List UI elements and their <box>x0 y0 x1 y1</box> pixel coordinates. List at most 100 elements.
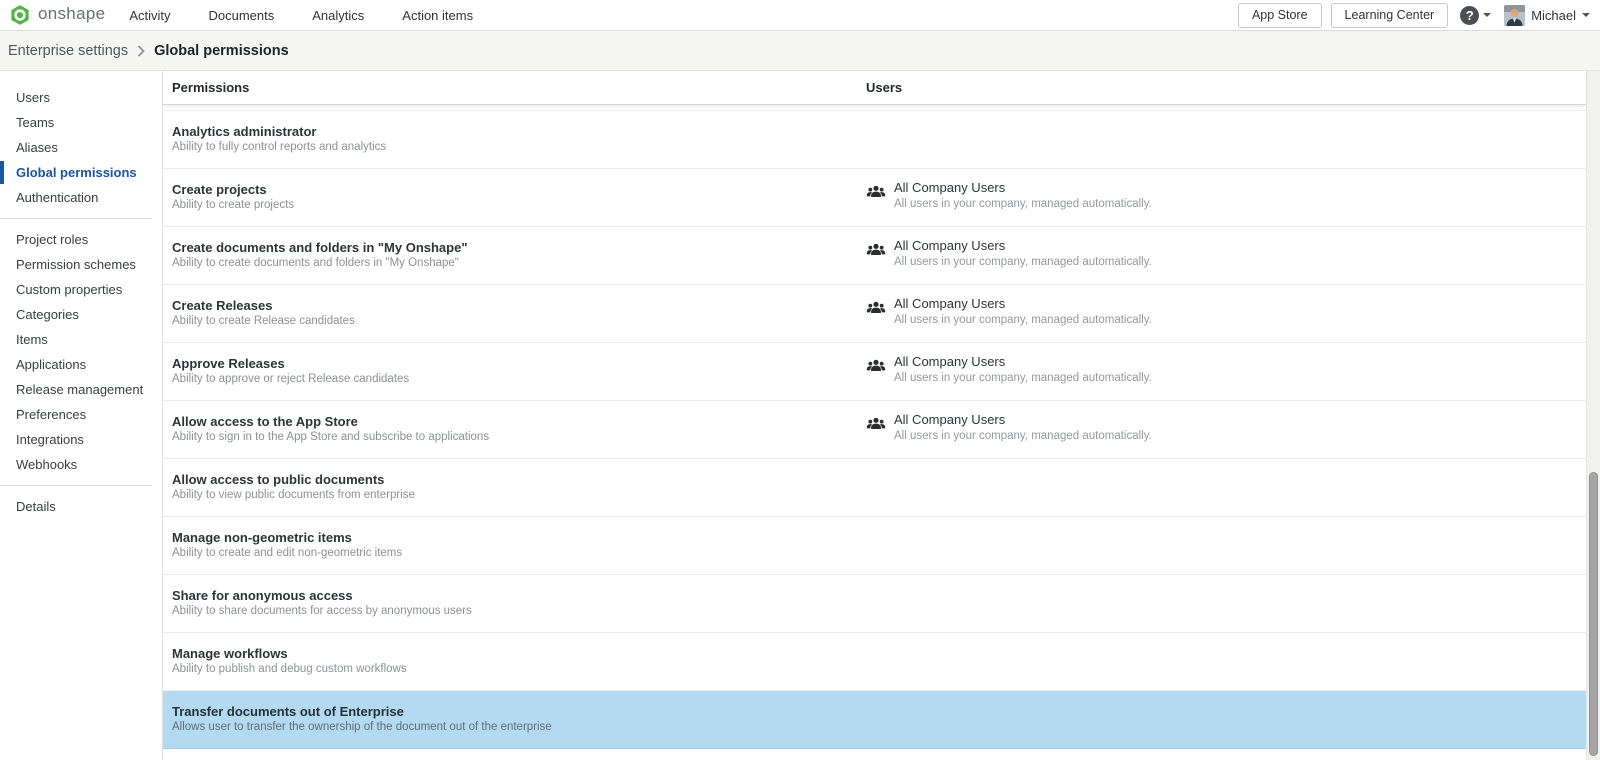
onshape-logo-icon <box>9 4 31 26</box>
breadcrumb-enterprise-settings[interactable]: Enterprise settings <box>8 43 128 59</box>
sidebar-item-applications[interactable]: Applications <box>0 352 162 377</box>
user-menu[interactable]: Michael <box>1500 5 1590 26</box>
users-group-detail: All users in your company, managed autom… <box>894 255 1152 269</box>
permission-description: Ability to fully control reports and ana… <box>172 141 386 153</box>
top-navbar: onshape Activity Documents Analytics Act… <box>0 0 1600 31</box>
permission-description: Ability to create documents and folders … <box>172 257 459 269</box>
permission-description: Ability to share documents for access by… <box>172 605 472 617</box>
sidebar-item-project-roles[interactable]: Project roles <box>0 227 162 252</box>
sidebar-item-aliases[interactable]: Aliases <box>0 135 162 160</box>
users-group-name: All Company Users <box>894 296 1152 312</box>
chevron-down-icon <box>1483 13 1491 17</box>
users-cell: All Company Users All users in your comp… <box>866 238 1152 269</box>
table-row[interactable]: Create Releases Ability to create Releas… <box>163 285 1586 343</box>
users-group-icon <box>866 240 886 260</box>
sidebar-divider <box>0 218 152 219</box>
table-row[interactable]: Create documents and folders in "My Onsh… <box>163 227 1586 285</box>
table-row[interactable]: Manage non-geometric items Ability to cr… <box>163 517 1586 575</box>
permission-description: Ability to view public documents from en… <box>172 489 415 501</box>
permissions-table: Permissions Users Analytics administrato… <box>163 71 1586 760</box>
users-group-name: All Company Users <box>894 354 1152 370</box>
chevron-right-icon <box>137 45 145 57</box>
table-row-selected[interactable]: Transfer documents out of Enterprise All… <box>163 691 1586 749</box>
help-menu[interactable]: ? <box>1460 6 1491 25</box>
permission-description: Ability to sign in to the App Store and … <box>172 431 489 443</box>
table-row[interactable]: Manage workflows Ability to publish and … <box>163 633 1586 691</box>
column-header-users: Users <box>866 80 902 95</box>
sidebar-item-webhooks[interactable]: Webhooks <box>0 452 162 477</box>
permission-description: Ability to create and edit non-geometric… <box>172 547 402 559</box>
sidebar-item-items[interactable]: Items <box>0 327 162 352</box>
users-text: All Company Users All users in your comp… <box>894 354 1152 385</box>
sidebar-item-release-management[interactable]: Release management <box>0 377 162 402</box>
permission-description: Ability to create Release candidates <box>172 315 355 327</box>
users-group-name: All Company Users <box>894 180 1152 196</box>
menu-item-documents[interactable]: Documents <box>209 8 275 23</box>
onshape-logo[interactable]: onshape <box>0 4 119 26</box>
users-cell: All Company Users All users in your comp… <box>866 180 1152 211</box>
users-text: All Company Users All users in your comp… <box>894 412 1152 443</box>
permission-title: Approve Releases <box>172 356 285 371</box>
sidebar-item-categories[interactable]: Categories <box>0 302 162 327</box>
sidebar-item-details[interactable]: Details <box>0 494 162 519</box>
table-row[interactable]: Approve Releases Ability to approve or r… <box>163 343 1586 401</box>
main-area: Users Teams Aliases Global permissions A… <box>0 71 1600 760</box>
vertical-scrollbar-track[interactable] <box>1586 71 1600 760</box>
chevron-down-icon <box>1582 13 1590 17</box>
menu-item-analytics[interactable]: Analytics <box>312 8 364 23</box>
permission-description: Allows user to transfer the ownership of… <box>172 721 552 733</box>
menu-item-activity[interactable]: Activity <box>129 8 170 23</box>
table-row[interactable]: Allow access to public documents Ability… <box>163 459 1586 517</box>
permission-title: Analytics administrator <box>172 124 317 139</box>
breadcrumb-current-page: Global permissions <box>154 43 289 59</box>
column-header-permissions: Permissions <box>172 80 249 95</box>
permission-description: Ability to create projects <box>172 199 294 211</box>
onshape-logo-text: onshape <box>38 4 105 24</box>
table-row[interactable]: Create projects Ability to create projec… <box>163 169 1586 227</box>
permission-title: Allow access to the App Store <box>172 414 358 429</box>
sidebar-item-custom-properties[interactable]: Custom properties <box>0 277 162 302</box>
permission-title: Manage non-geometric items <box>172 530 352 545</box>
menu-item-action-items[interactable]: Action items <box>402 8 473 23</box>
users-text: All Company Users All users in your comp… <box>894 296 1152 327</box>
users-group-detail: All users in your company, managed autom… <box>894 371 1152 385</box>
permission-title: Create projects <box>172 182 267 197</box>
permission-title: Create documents and folders in "My Onsh… <box>172 240 468 255</box>
app-store-button[interactable]: App Store <box>1238 3 1322 28</box>
users-cell: All Company Users All users in your comp… <box>866 354 1152 385</box>
permission-description: Ability to approve or reject Release can… <box>172 373 409 385</box>
table-row[interactable]: Allow access to the App Store Ability to… <box>163 401 1586 459</box>
users-group-detail: All users in your company, managed autom… <box>894 197 1152 211</box>
sidebar-divider <box>0 485 152 486</box>
users-group-icon <box>866 356 886 376</box>
avatar <box>1504 5 1525 26</box>
users-group-icon <box>866 298 886 318</box>
users-group-icon <box>866 182 886 202</box>
sidebar-item-integrations[interactable]: Integrations <box>0 427 162 452</box>
sidebar-item-teams[interactable]: Teams <box>0 110 162 135</box>
sidebar-item-users[interactable]: Users <box>0 85 162 110</box>
table-row[interactable]: Analytics administrator Ability to fully… <box>163 111 1586 169</box>
users-group-icon <box>866 414 886 434</box>
users-text: All Company Users All users in your comp… <box>894 238 1152 269</box>
sidebar-item-global-permissions[interactable]: Global permissions <box>0 160 162 185</box>
permission-title: Share for anonymous access <box>172 588 353 603</box>
learning-center-button[interactable]: Learning Center <box>1331 3 1449 28</box>
table-row[interactable]: Share for anonymous access Ability to sh… <box>163 575 1586 633</box>
permission-title: Create Releases <box>172 298 272 313</box>
vertical-scrollbar-thumb[interactable] <box>1589 472 1598 756</box>
permission-title: Allow access to public documents <box>172 472 384 487</box>
breadcrumb: Enterprise settings Global permissions <box>0 31 1600 71</box>
table-header: Permissions Users <box>163 71 1586 105</box>
users-text: All Company Users All users in your comp… <box>894 180 1152 211</box>
sidebar-item-permission-schemes[interactable]: Permission schemes <box>0 252 162 277</box>
users-cell: All Company Users All users in your comp… <box>866 412 1152 443</box>
users-group-name: All Company Users <box>894 238 1152 254</box>
users-group-detail: All users in your company, managed autom… <box>894 429 1152 443</box>
table-rows: Analytics administrator Ability to fully… <box>163 105 1586 749</box>
help-icon: ? <box>1460 6 1479 25</box>
settings-sidebar: Users Teams Aliases Global permissions A… <box>0 71 163 760</box>
sidebar-item-authentication[interactable]: Authentication <box>0 185 162 210</box>
permission-description: Ability to publish and debug custom work… <box>172 663 407 675</box>
sidebar-item-preferences[interactable]: Preferences <box>0 402 162 427</box>
